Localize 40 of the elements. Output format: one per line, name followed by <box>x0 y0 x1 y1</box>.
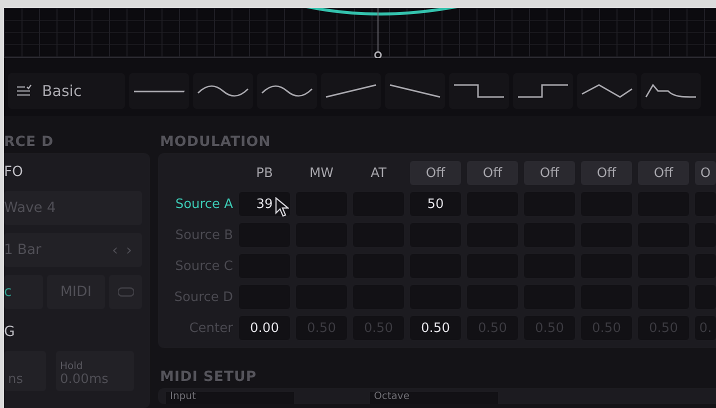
amount-cell[interactable]: 50 <box>410 192 461 216</box>
column-header: MW <box>308 164 335 182</box>
sync-button[interactable]: c <box>4 275 43 309</box>
column-select[interactable]: O <box>695 161 716 185</box>
midi-field[interactable]: Input <box>166 392 294 404</box>
column-select[interactable]: Off <box>581 161 632 185</box>
flat-line-icon <box>133 90 185 92</box>
playhead-handle[interactable] <box>374 8 382 58</box>
wave-shape-button[interactable] <box>385 73 445 109</box>
mouse-cursor-icon <box>275 197 289 217</box>
section-title: MODULATION <box>159 133 272 152</box>
preset-menu-button[interactable]: Basic <box>8 73 125 109</box>
column-select[interactable]: Off <box>524 161 575 185</box>
list-icon <box>16 84 32 98</box>
hold-label: Hold <box>60 361 84 372</box>
section-title: RCE D <box>4 133 55 152</box>
source-label[interactable]: Source A <box>160 192 233 216</box>
column-select[interactable]: Off <box>410 161 461 185</box>
wave-shape-button[interactable] <box>129 73 189 109</box>
amount-cell[interactable]: 39 <box>239 192 290 216</box>
column-select[interactable]: Off <box>467 161 518 185</box>
center-cell[interactable]: 0.00 <box>239 316 290 340</box>
wave-shape-button[interactable] <box>577 73 637 109</box>
wave-shape-button[interactable] <box>513 73 573 109</box>
column-header: AT <box>370 164 388 182</box>
wave-shape-button[interactable] <box>321 73 381 109</box>
column-header: PB <box>255 164 274 182</box>
wave-shape-button[interactable] <box>449 73 509 109</box>
midi-field[interactable]: Octave <box>370 392 498 404</box>
wave-shape-button[interactable] <box>193 73 253 109</box>
section-title: MIDI SETUP <box>159 368 258 387</box>
loop-button[interactable] <box>109 275 142 309</box>
lfo-title: FO <box>4 164 24 180</box>
previous-button[interactable]: ‹ <box>108 241 122 259</box>
column-select[interactable]: Off <box>638 161 689 185</box>
wave-shape-button[interactable] <box>257 73 317 109</box>
center-cell[interactable]: 0.50 <box>410 316 461 340</box>
wave-shape-button[interactable] <box>641 73 701 109</box>
next-button[interactable]: › <box>122 241 136 259</box>
envelope-title: G <box>4 324 15 340</box>
